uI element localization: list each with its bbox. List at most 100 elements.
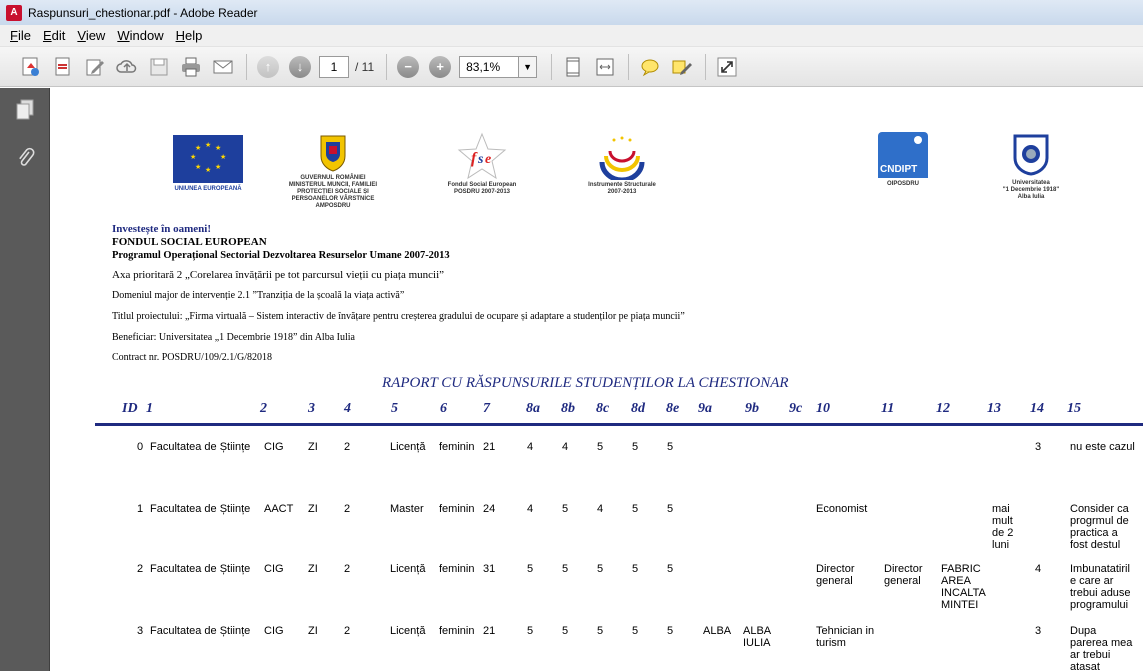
previous-page-button[interactable]: ↑ [255, 54, 281, 80]
table-cell-col-2: CIG [264, 625, 284, 637]
project-title-line: Titlul proiectului: „Firma virtuală – Si… [112, 311, 685, 322]
sign-pen-icon [672, 60, 693, 75]
table-cell-col-7: 21 [483, 441, 496, 453]
column-header: 5 [391, 401, 398, 416]
table-cell-col-8d: 5 [632, 503, 639, 515]
full-screen-button[interactable] [714, 54, 740, 80]
zoom-in-button[interactable]: + [427, 54, 453, 80]
minus-icon: − [397, 55, 420, 78]
menu-view[interactable]: View [71, 28, 111, 43]
column-header: 8c [596, 401, 610, 416]
table-cell-id: 2 [137, 563, 144, 575]
create-pdf-icon [22, 57, 39, 76]
column-header: 7 [483, 401, 490, 416]
table-cell-col-7: 31 [483, 563, 496, 575]
attachments-button[interactable] [13, 146, 37, 170]
table-cell-col-8a: 5 [527, 625, 534, 637]
table-cell-col-1: Facultatea de Științe [150, 441, 251, 453]
column-header: 13 [987, 401, 1001, 416]
document-page: ★ ★ ★ ★ ★ ★ ★ ★ UNIUNEA EUROPEANĂ GUVERNUL RO… [50, 88, 1143, 671]
column-header: 9a [698, 401, 712, 416]
column-header: 8b [561, 401, 575, 416]
menu-file[interactable]: File [4, 28, 37, 43]
email-button[interactable] [210, 54, 236, 80]
table-cell-id: 3 [137, 625, 144, 637]
table-cell-col-14: 3 [1035, 441, 1042, 453]
table-cell-col-8b: 5 [562, 625, 569, 637]
chevron-down-icon: ▼ [523, 61, 533, 72]
column-header: 15 [1067, 401, 1081, 416]
edit-button[interactable] [82, 54, 108, 80]
upload-button[interactable] [114, 54, 140, 80]
eu-logo: ★ ★ ★ ★ ★ ★ ★ ★ UNIUNEA EUROPEANĂ [158, 135, 258, 193]
government-logo: GUVERNUL ROMÂNIEI MINISTERUL MUNCII, FAM… [278, 132, 388, 210]
is-caption: Instrumente Structurale 2007-2013 [588, 182, 656, 195]
menu-edit[interactable]: Edit [37, 28, 71, 43]
table-cell-col-8e: 5 [667, 441, 674, 453]
export-pdf-button[interactable] [50, 54, 76, 80]
table-cell-col-2: CIG [264, 441, 284, 453]
page-number-input[interactable]: 1 [319, 55, 349, 78]
column-header: 2 [260, 401, 267, 416]
print-button[interactable] [178, 54, 204, 80]
coat-of-arms-icon [320, 135, 346, 172]
column-header: 8d [631, 401, 645, 416]
svg-text:e: e [485, 152, 491, 167]
title-bar: A Raspunsuri_chestionar.pdf - Adobe Read… [0, 0, 1143, 25]
column-header: 8e [666, 401, 680, 416]
zoom-dropdown-button[interactable]: ▼ [519, 55, 538, 78]
column-header: 9c [789, 401, 803, 416]
comment-button[interactable] [637, 54, 663, 80]
table-cell-col-5: Licență [390, 563, 426, 575]
cndipt-logo: CNDIPT OIPOSDRU [868, 132, 938, 188]
fit-width-icon [596, 58, 614, 75]
table-cell-col-5: Master [390, 503, 424, 515]
table-cell-col-15: Consider ca progrmul de practica a fost … [1070, 503, 1129, 551]
column-header: 14 [1030, 401, 1044, 416]
table-cell-col-1: Facultatea de Științe [150, 625, 251, 637]
zoom-input[interactable]: 83,1% [459, 55, 520, 78]
toolbar-separator [386, 53, 388, 80]
table-cell-col-5: Licență [390, 625, 426, 637]
column-header: 11 [881, 401, 895, 416]
cndipt-mark: CNDIPT [880, 164, 918, 175]
table-cell-col-8e: 5 [667, 503, 674, 515]
pages-icon [16, 99, 34, 120]
svg-text:s: s [477, 152, 484, 167]
edit-icon [86, 59, 104, 75]
page-thumbnails-button[interactable] [13, 98, 37, 122]
contract-line: Contract nr. POSDRU/109/2.1/G/82018 [112, 352, 273, 363]
table-cell-col-8c: 4 [597, 503, 604, 515]
table-cell-col-6: feminin [439, 503, 475, 515]
table-cell-col-15: Dupa parerea mea ar trebui atasat [1070, 625, 1133, 671]
create-pdf-button[interactable] [18, 54, 44, 80]
adobe-reader-icon: A [6, 4, 22, 21]
program-name: Programul Operațional Sectorial Dezvolta… [112, 250, 450, 261]
save-button[interactable] [146, 54, 172, 80]
fit-width-button[interactable] [592, 54, 618, 80]
column-header: 4 [344, 401, 351, 416]
table-cell-col-15: nu este cazul [1070, 441, 1135, 453]
menu-help[interactable]: Help [170, 28, 209, 43]
table-cell-col-15: Imbunatatiril e care ar trebui aduse pro… [1070, 563, 1131, 611]
table-cell-col-8a: 5 [527, 563, 534, 575]
table-cell-col-8b: 4 [562, 441, 569, 453]
next-page-button[interactable]: ↓ [287, 54, 313, 80]
cloud-upload-icon [116, 59, 137, 73]
table-cell-col-4: 2 [344, 625, 351, 637]
column-header: 12 [936, 401, 950, 416]
table-cell-col-8e: 5 [667, 625, 674, 637]
menu-window[interactable]: Window [111, 28, 169, 43]
table-cell-col-9b: ALBA IULIA [743, 625, 772, 649]
table-cell-col-13: mai mult de 2 luni [992, 503, 1014, 551]
table-cell-col-8c: 5 [597, 625, 604, 637]
table-cell-col-10: Tehnician in turism [816, 625, 875, 649]
table-cell-col-8c: 5 [597, 563, 604, 575]
zoom-out-button[interactable]: − [395, 54, 421, 80]
column-header: 8a [526, 401, 540, 416]
window-title: Raspunsuri_chestionar.pdf - Adobe Reader [28, 5, 258, 20]
fit-page-button[interactable] [560, 54, 586, 80]
table-cell-col-3: ZI [308, 625, 318, 637]
beneficiar-line: Beneficiar: Universitatea „1 Decembrie 1… [112, 332, 355, 343]
sign-button[interactable] [669, 54, 695, 80]
